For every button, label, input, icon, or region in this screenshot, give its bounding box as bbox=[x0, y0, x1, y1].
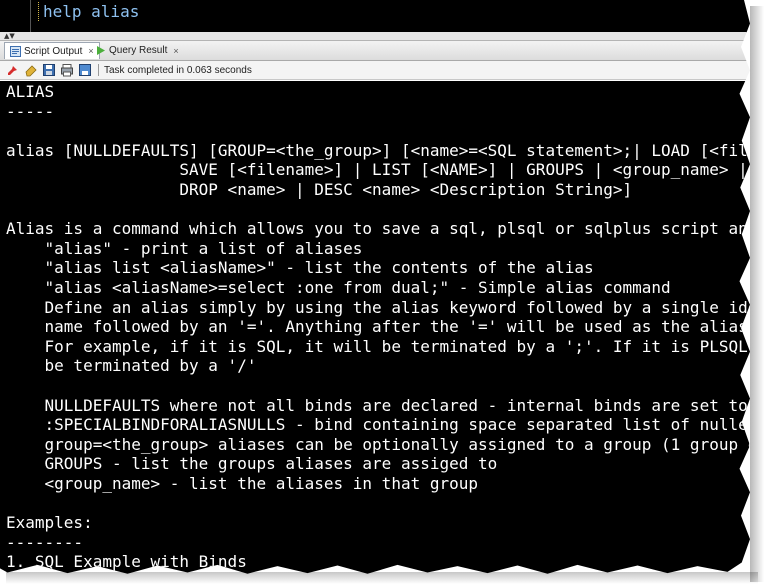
tab-script-output[interactable]: Script Output × bbox=[4, 42, 100, 59]
tab-query-result[interactable]: Query Result × bbox=[90, 42, 184, 59]
eraser-icon[interactable] bbox=[24, 63, 38, 77]
output-line: ----- bbox=[6, 101, 55, 121]
pane-splitter[interactable]: ▲▼ bbox=[0, 32, 750, 41]
output-line: NULLDEFAULTS where not all binds are dec… bbox=[6, 395, 750, 415]
output-line: name followed by an '='. Anything after … bbox=[6, 317, 750, 337]
line-gutter bbox=[0, 0, 31, 32]
worksheet-editor[interactable]: help alias bbox=[0, 0, 750, 33]
output-line: -------- bbox=[6, 532, 84, 552]
output-tab-bar: Script Output × Query Result × bbox=[0, 41, 750, 61]
output-line: Alias is a command which allows you to s… bbox=[6, 219, 750, 239]
task-status: Task completed in 0.063 seconds bbox=[104, 64, 252, 76]
editor-command-line[interactable]: help alias bbox=[38, 2, 139, 21]
close-icon[interactable]: × bbox=[173, 46, 178, 56]
output-line: group=<the_group> aliases can be optiona… bbox=[6, 434, 750, 454]
output-line: For example, if it is SQL, it will be te… bbox=[6, 336, 750, 356]
output-line: "alias" - print a list of aliases bbox=[6, 238, 363, 258]
save-as-icon[interactable] bbox=[78, 63, 92, 77]
tab-script-output-label: Script Output bbox=[24, 45, 83, 57]
output-line: DROP <name> | DESC <name> <Description S… bbox=[6, 179, 633, 199]
toolbar-divider bbox=[98, 64, 99, 76]
output-line: alias [NULLDEFAULTS] [GROUP=<the_group>]… bbox=[6, 140, 750, 160]
print-icon[interactable] bbox=[60, 63, 74, 77]
output-line: Examples: bbox=[6, 513, 93, 533]
script-output-console[interactable]: ALIAS ----- alias [NULLDEFAULTS] [GROUP=<t… bbox=[0, 81, 750, 574]
output-line: SAVE [<filename>] | LIST [<NAME>] | GROU… bbox=[6, 160, 748, 180]
torn-edge-shadow-bottom bbox=[6, 572, 758, 584]
collapse-arrows-icon[interactable]: ▲▼ bbox=[4, 32, 15, 40]
output-line: "alias <aliasName>=select :one from dual… bbox=[6, 277, 671, 297]
output-line: ALIAS bbox=[6, 82, 55, 101]
sql-developer-window: help alias ▲▼ Script Output × Query Resu… bbox=[0, 0, 750, 574]
tab-query-result-label: Query Result bbox=[109, 45, 168, 56]
output-line: GROUPS - list the groups aliases are ass… bbox=[6, 454, 498, 474]
output-line: <group_name> - list the aliases in that … bbox=[6, 473, 479, 493]
pin-icon[interactable] bbox=[6, 63, 20, 77]
output-line: Define an alias simply by using the alia… bbox=[6, 297, 750, 317]
query-result-icon bbox=[97, 46, 105, 55]
output-line: be terminated by a '/' bbox=[6, 356, 257, 376]
script-output-icon bbox=[10, 45, 21, 57]
output-line: :SPECIALBINDFORALIASNULLS - bind contain… bbox=[6, 415, 750, 435]
torn-edge-shadow bbox=[750, 6, 764, 582]
output-toolbar: Task completed in 0.063 seconds bbox=[0, 61, 750, 80]
output-line: "alias list <aliasName>" - list the cont… bbox=[6, 258, 594, 278]
output-line: 1. SQL Example with Binds bbox=[6, 552, 247, 572]
save-icon[interactable] bbox=[42, 63, 56, 77]
